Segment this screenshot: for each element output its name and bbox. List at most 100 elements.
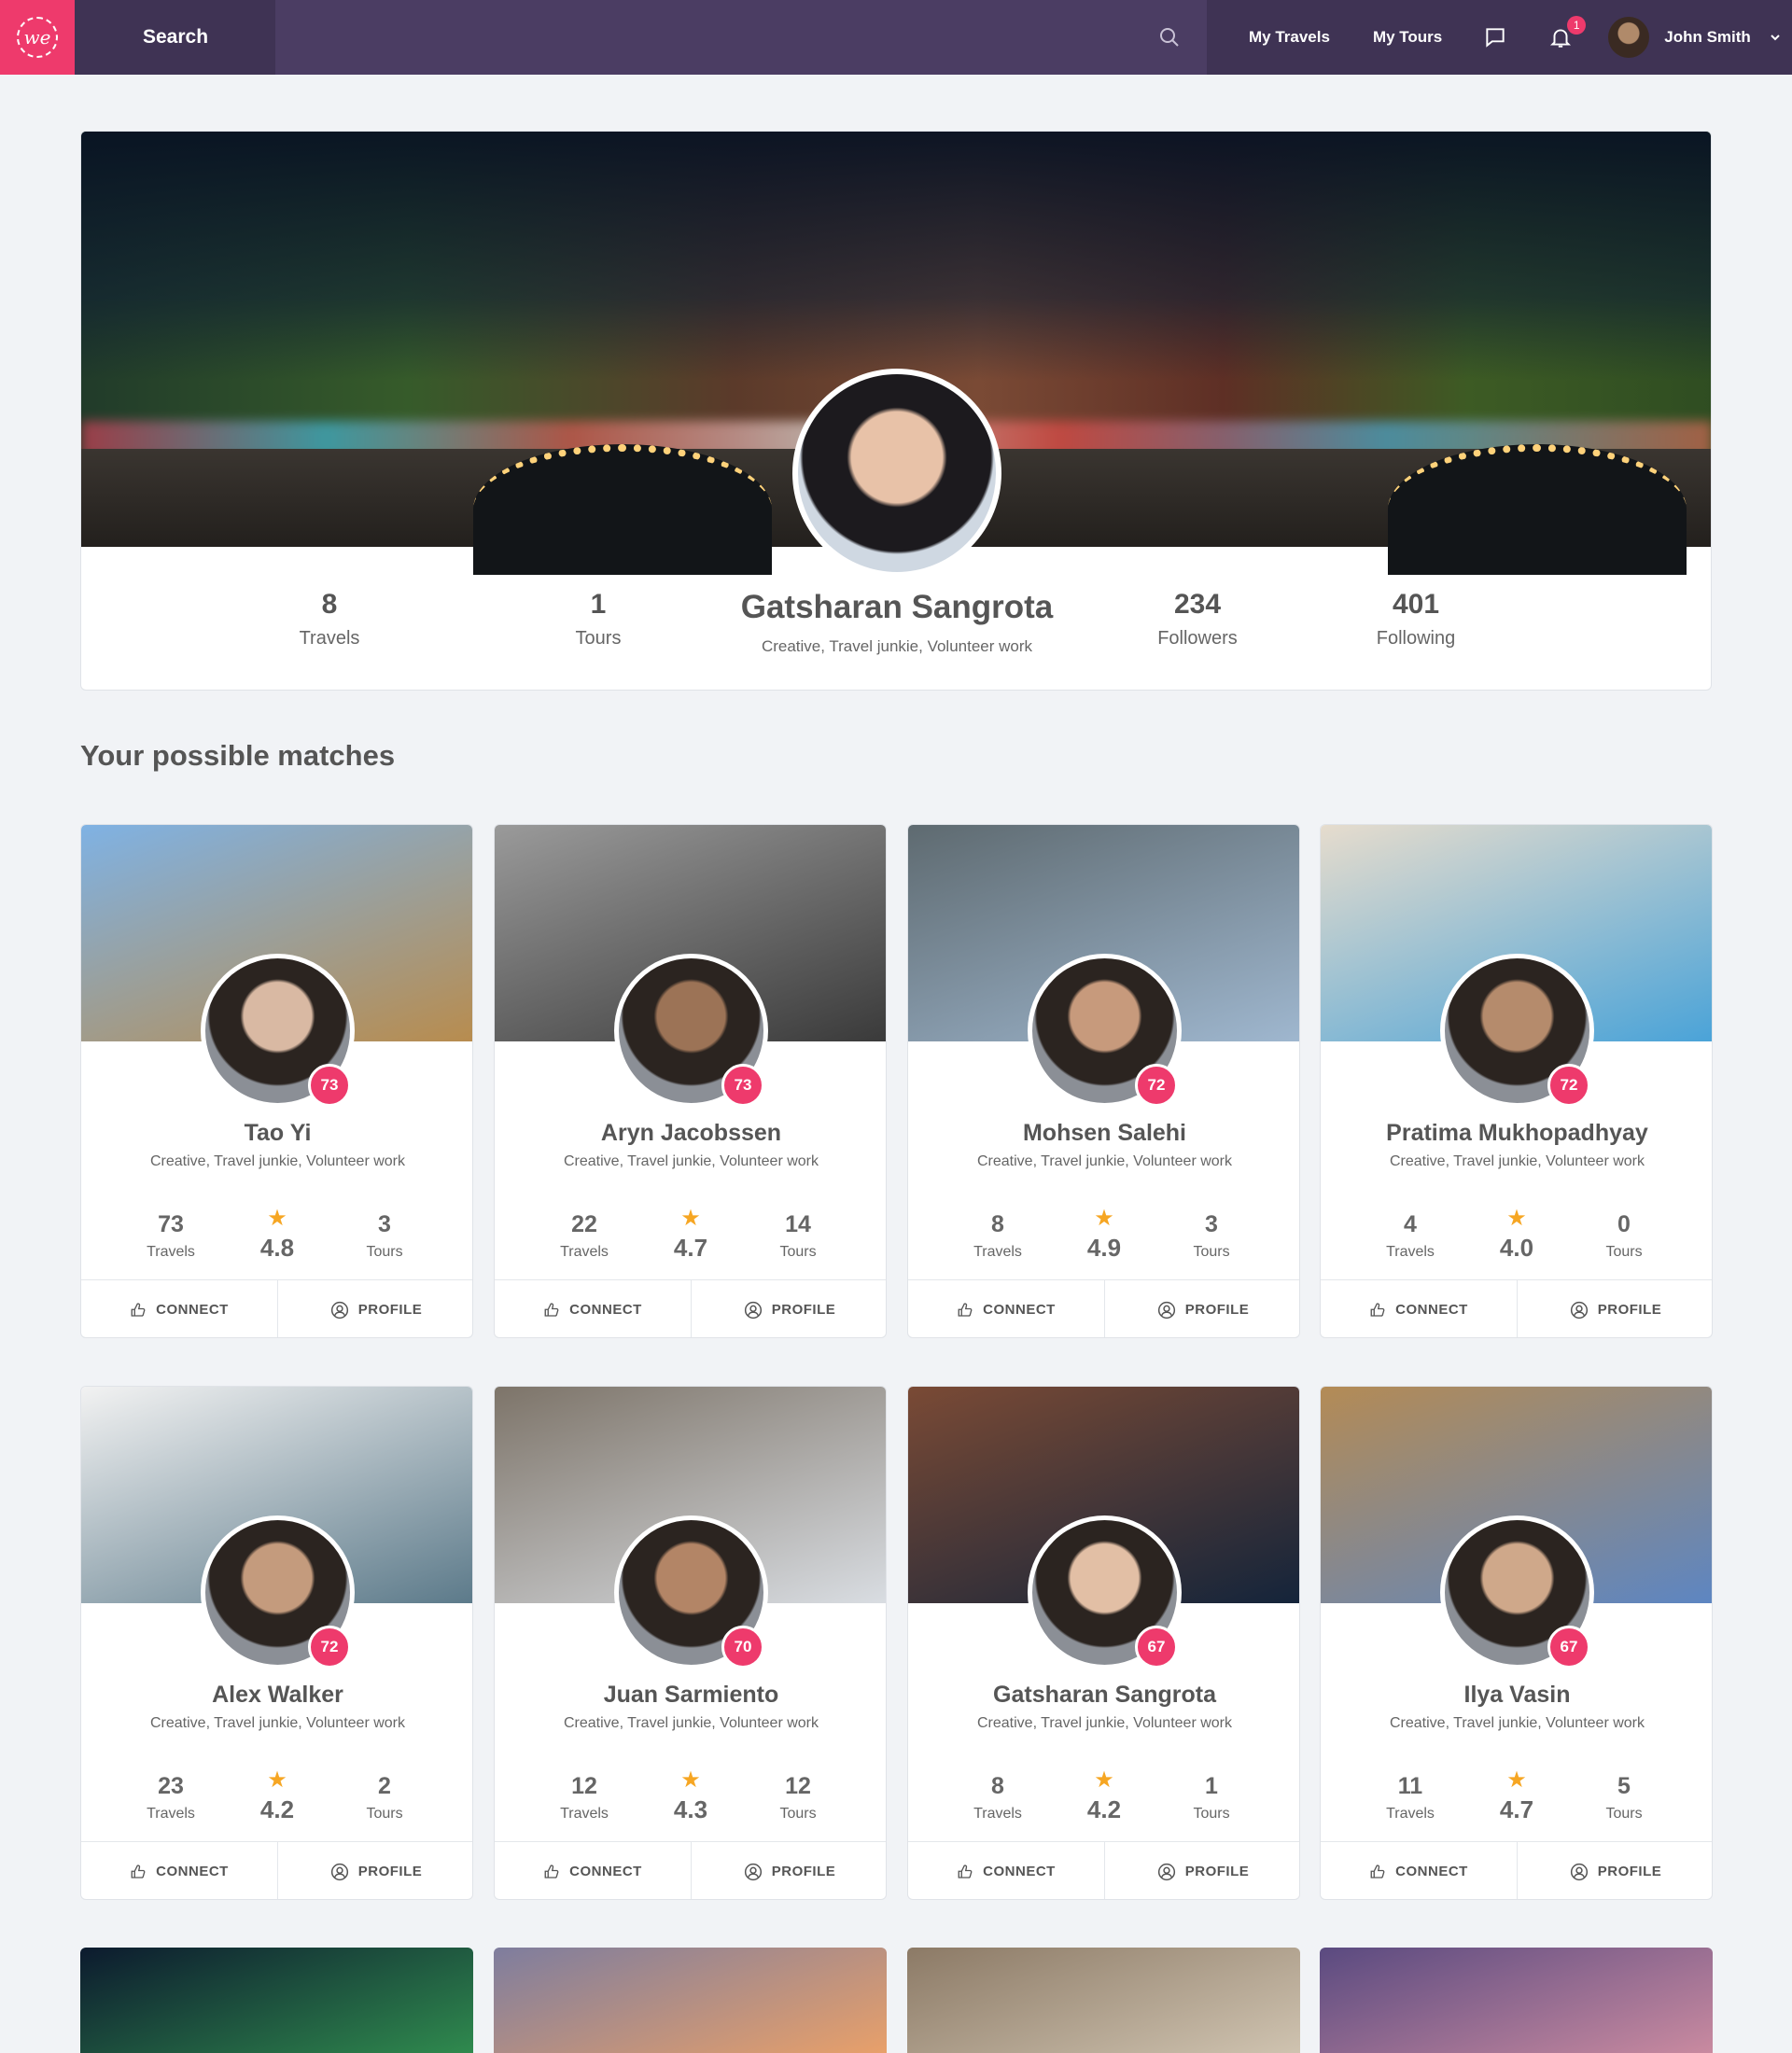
match-tours-value: 0 — [1617, 1211, 1631, 1237]
match-tours-value: 2 — [378, 1773, 391, 1799]
connect-label: CONNECT — [1395, 1864, 1468, 1879]
match-rating-value: 4.3 — [673, 1795, 708, 1823]
match-card: 70 Juan Sarmiento Creative, Travel junkie,… — [494, 1386, 887, 1900]
match-tags: Creative, Travel junkie, Volunteer work — [563, 1715, 819, 1731]
match-tags: Creative, Travel junkie, Volunteer work — [1389, 1153, 1645, 1169]
match-rating: ★ 4.7 — [635, 1208, 747, 1263]
match-name[interactable]: Aryn Jacobssen — [495, 1120, 886, 1147]
match-tours-value: 3 — [378, 1211, 391, 1237]
match-score-badge: 73 — [721, 1064, 764, 1107]
match-name[interactable]: Tao Yi — [81, 1120, 472, 1147]
nav-my-travels[interactable]: My Travels — [1249, 28, 1330, 47]
profile-label: PROFILE — [1597, 1302, 1662, 1318]
stat-following[interactable]: 401 Following — [1323, 589, 1509, 649]
profile-button[interactable]: PROFILE — [1104, 1842, 1299, 1899]
match-tours-label: Tours — [366, 1806, 403, 1822]
connect-button[interactable]: CONNECT — [908, 1842, 1104, 1899]
top-bar: we Search My Travels My Tours 1 John Smi… — [0, 0, 1792, 75]
match-card: 73 Aryn Jacobssen Creative, Travel junkie,… — [494, 824, 887, 1338]
search-icon[interactable] — [1158, 26, 1181, 49]
match-travels: 73 Travels — [115, 1211, 227, 1261]
star-icon: ★ — [267, 1206, 287, 1231]
profile-name: Gatsharan Sangrota — [740, 589, 1054, 625]
match-rating-value: 4.7 — [673, 1234, 708, 1262]
profile-button[interactable]: PROFILE — [1104, 1280, 1299, 1337]
match-name[interactable]: Pratima Mukhopadhyay — [1321, 1120, 1712, 1147]
profile-label: PROFILE — [771, 1864, 836, 1879]
profile-avatar[interactable] — [792, 369, 1001, 578]
connect-button[interactable]: CONNECT — [81, 1280, 277, 1337]
match-travels-value: 12 — [571, 1773, 597, 1799]
stat-travels[interactable]: 8 Travels — [236, 589, 423, 649]
user-circle-icon — [1157, 1301, 1175, 1319]
match-tours-label: Tours — [1193, 1806, 1230, 1822]
match-rating: ★ 4.2 — [1048, 1769, 1160, 1824]
user-menu[interactable]: John Smith — [1608, 17, 1781, 58]
match-travels-label: Travels — [560, 1244, 609, 1260]
app-logo[interactable]: we — [0, 0, 75, 75]
match-name[interactable]: Gatsharan Sangrota — [908, 1682, 1299, 1709]
match-travels-label: Travels — [1386, 1244, 1435, 1260]
stat-following-label: Following — [1376, 628, 1456, 649]
nav-my-tours[interactable]: My Tours — [1373, 28, 1442, 47]
match-travels-label: Travels — [147, 1244, 195, 1260]
user-circle-icon — [1570, 1301, 1588, 1319]
stat-followers-value: 234 — [1173, 589, 1222, 620]
match-actions: CONNECT PROFILE — [81, 1841, 472, 1899]
match-rating: ★ 4.8 — [221, 1208, 333, 1263]
search-input[interactable] — [275, 0, 1207, 75]
user-circle-icon — [744, 1863, 762, 1880]
match-card: 67 Gatsharan Sangrota Creative, Travel jun… — [907, 1386, 1300, 1900]
match-actions: CONNECT PROFILE — [81, 1279, 472, 1337]
match-tags: Creative, Travel junkie, Volunteer work — [1389, 1715, 1645, 1731]
profile-button[interactable]: PROFILE — [277, 1842, 472, 1899]
thumbs-up-icon — [1370, 1864, 1385, 1878]
match-name[interactable]: Ilya Vasin — [1321, 1682, 1712, 1709]
match-tours-value: 14 — [785, 1211, 811, 1237]
profile-button[interactable]: PROFILE — [1517, 1280, 1712, 1337]
profile-label: PROFILE — [771, 1302, 836, 1318]
connect-button[interactable]: CONNECT — [1321, 1280, 1517, 1337]
match-tags: Creative, Travel junkie, Volunteer work — [563, 1153, 819, 1169]
match-tours-label: Tours — [366, 1244, 403, 1260]
match-travels-label: Travels — [560, 1806, 609, 1822]
connect-label: CONNECT — [569, 1302, 642, 1318]
match-actions: CONNECT PROFILE — [495, 1279, 886, 1337]
match-actions: CONNECT PROFILE — [495, 1841, 886, 1899]
profile-button[interactable]: PROFILE — [1517, 1842, 1712, 1899]
match-travels-value: 22 — [571, 1211, 597, 1237]
connect-button[interactable]: CONNECT — [908, 1280, 1104, 1337]
connect-button[interactable]: CONNECT — [495, 1280, 691, 1337]
stat-travels-value: 8 — [321, 589, 338, 620]
match-tours: 14 Tours — [742, 1211, 854, 1261]
match-score-badge: 70 — [721, 1626, 764, 1669]
connect-button[interactable]: CONNECT — [1321, 1842, 1517, 1899]
match-name[interactable]: Mohsen Salehi — [908, 1120, 1299, 1147]
match-card-peek — [1320, 1948, 1713, 2053]
match-travels-label: Travels — [1386, 1806, 1435, 1822]
notifications-bell-icon[interactable]: 1 — [1548, 16, 1587, 49]
match-travels: 12 Travels — [528, 1773, 640, 1823]
thumbs-up-icon — [1370, 1302, 1385, 1317]
match-card-peek — [907, 1948, 1300, 2053]
profile-button[interactable]: PROFILE — [277, 1280, 472, 1337]
match-name[interactable]: Alex Walker — [81, 1682, 472, 1709]
stat-following-value: 401 — [1392, 589, 1440, 620]
profile-tags: Creative, Travel junkie, Volunteer work — [761, 637, 1033, 655]
profile-button[interactable]: PROFILE — [691, 1842, 886, 1899]
match-travels-value: 8 — [991, 1773, 1004, 1799]
connect-button[interactable]: CONNECT — [495, 1842, 691, 1899]
stat-followers[interactable]: 234 Followers — [1104, 589, 1291, 649]
match-actions: CONNECT PROFILE — [1321, 1279, 1712, 1337]
match-travels-label: Travels — [973, 1806, 1022, 1822]
match-tours-label: Tours — [1193, 1244, 1230, 1260]
messages-icon[interactable] — [1483, 25, 1507, 49]
thumbs-up-icon — [958, 1864, 973, 1878]
search-label: Search — [75, 0, 275, 75]
profile-button[interactable]: PROFILE — [691, 1280, 886, 1337]
match-card-peek — [80, 1948, 473, 2053]
connect-button[interactable]: CONNECT — [81, 1842, 277, 1899]
matches-section-title: Your possible matches — [80, 739, 396, 772]
match-name[interactable]: Juan Sarmiento — [495, 1682, 886, 1709]
match-tours-label: Tours — [779, 1806, 817, 1822]
